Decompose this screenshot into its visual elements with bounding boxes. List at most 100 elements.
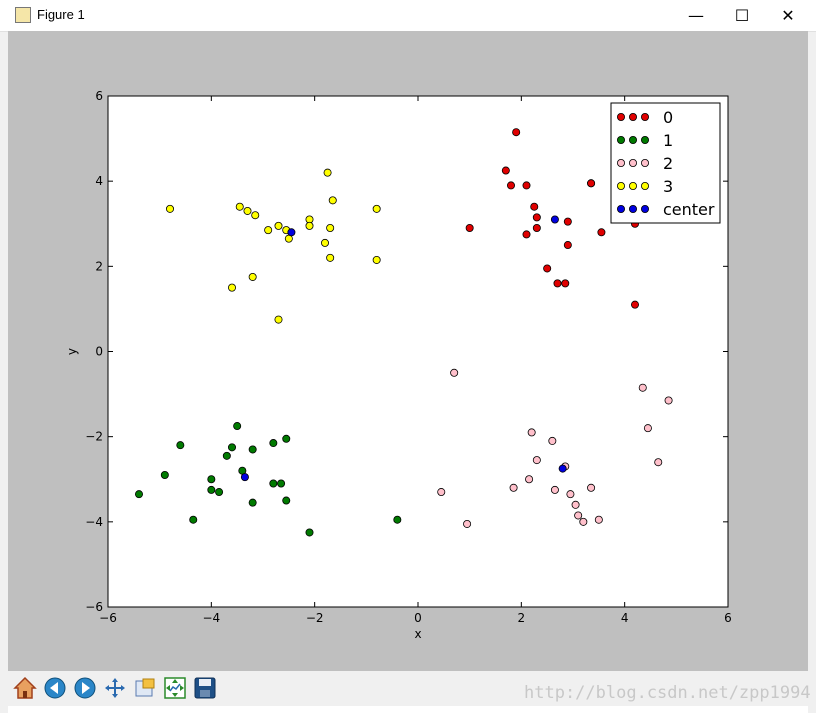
data-point-series-1 — [207, 485, 216, 494]
data-point-series-1 — [233, 422, 242, 431]
x-tick-label: 4 — [621, 611, 629, 625]
matplotlib-app-icon — [15, 7, 31, 23]
data-point-series-1 — [222, 451, 231, 460]
data-point-series-2 — [654, 458, 663, 467]
data-point-series-2 — [574, 511, 583, 520]
figure-window: Figure 1 — ☐ ✕ −6 −4 −2 0 2 4 6 6 4 2 0 −2 −4 −6 x y 0 1 2… — [0, 0, 816, 713]
data-point-series-0 — [501, 166, 510, 175]
y-tick-label: −6 — [85, 600, 103, 614]
maximize-button[interactable]: ☐ — [719, 0, 765, 31]
data-point-series-2 — [579, 517, 588, 526]
data-point-series-0 — [631, 300, 640, 309]
window-title: Figure 1 — [37, 7, 85, 22]
scatter-plot: −6 −4 −2 0 2 4 66420−2−4−6xy0123center — [65, 89, 732, 641]
legend-label-2: 2 — [663, 154, 673, 173]
minimize-button[interactable]: — — [673, 0, 719, 31]
save-button[interactable] — [191, 674, 218, 701]
y-tick-label: 4 — [95, 174, 103, 188]
data-point-series-1 — [305, 528, 314, 537]
data-point-series-3 — [326, 253, 335, 262]
data-point-series-2 — [664, 396, 673, 405]
zoom-icon — [135, 678, 154, 696]
data-point-series-3 — [165, 204, 174, 213]
data-point-series-3 — [264, 226, 273, 235]
legend-marker-0 — [641, 113, 650, 122]
legend-label-3: 3 — [663, 177, 673, 196]
data-point-series-2 — [463, 519, 472, 528]
data-point-series-center — [240, 473, 249, 482]
data-point-series-0 — [532, 224, 541, 233]
data-point-series-center — [287, 228, 296, 237]
data-point-series-3 — [326, 224, 335, 233]
data-point-series-2 — [550, 485, 559, 494]
data-point-series-3 — [251, 211, 260, 220]
subplots-icon — [163, 676, 186, 699]
close-button[interactable]: ✕ — [765, 0, 811, 31]
data-point-series-3 — [320, 238, 329, 247]
figure-canvas[interactable]: −6 −4 −2 0 2 4 6 6 4 2 0 −2 −4 −6 x y 0 1 2 3 center — [8, 31, 808, 671]
zoom-button[interactable] — [131, 674, 158, 701]
data-point-series-2 — [571, 500, 580, 509]
data-point-series-1 — [393, 515, 402, 524]
data-point-series-2 — [532, 456, 541, 465]
data-point-series-0 — [465, 224, 474, 233]
data-point-series-1 — [176, 441, 185, 450]
data-point-series-center — [558, 464, 567, 473]
legend-label-center: center — [663, 200, 715, 219]
legend-marker-1 — [641, 136, 650, 145]
data-point-series-3 — [372, 255, 381, 264]
data-point-series-2 — [594, 515, 603, 524]
data-point-series-3 — [235, 202, 244, 211]
pan-icon — [104, 677, 125, 698]
data-point-series-1 — [227, 443, 236, 452]
x-tick-label: 2 — [518, 611, 526, 625]
data-point-series-0 — [530, 202, 539, 211]
legend-marker-3 — [629, 181, 638, 190]
y-tick-label: −2 — [85, 430, 103, 444]
y-tick-label: −4 — [85, 515, 103, 529]
data-point-series-2 — [450, 368, 459, 377]
data-point-series-1 — [269, 439, 278, 448]
data-point-series-2 — [509, 483, 518, 492]
data-point-series-2 — [437, 488, 446, 497]
data-point-series-1 — [277, 479, 286, 488]
legend-label-1: 1 — [663, 131, 673, 150]
subplots-button[interactable] — [161, 674, 188, 701]
home-button[interactable] — [11, 674, 38, 701]
legend-marker-1 — [629, 136, 638, 145]
data-point-series-2 — [525, 475, 534, 484]
y-tick-label: 2 — [95, 259, 103, 273]
x-axis-label: x — [414, 627, 421, 641]
legend-marker-0 — [617, 113, 626, 122]
legend-marker-2 — [629, 158, 638, 167]
data-point-series-0 — [563, 217, 572, 226]
data-point-series-1 — [248, 445, 257, 454]
y-tick-label: 0 — [95, 345, 103, 359]
data-point-series-3 — [323, 168, 332, 177]
data-point-series-1 — [282, 496, 291, 505]
x-tick-label: 6 — [724, 611, 732, 625]
data-point-series-3 — [305, 221, 314, 230]
pan-button[interactable] — [101, 674, 128, 701]
data-point-series-0 — [563, 241, 572, 250]
data-point-series-0 — [522, 181, 531, 190]
x-tick-label: −2 — [306, 611, 324, 625]
legend-marker-2 — [641, 158, 650, 167]
forward-icon — [74, 677, 95, 698]
data-point-series-center — [550, 215, 559, 224]
data-point-series-1 — [269, 479, 278, 488]
data-point-series-3 — [243, 206, 252, 215]
legend-marker-2 — [617, 158, 626, 167]
data-point-series-0 — [543, 264, 552, 273]
data-point-series-3 — [227, 283, 236, 292]
data-point-series-2 — [566, 490, 575, 499]
forward-button[interactable] — [71, 674, 98, 701]
data-point-series-0 — [522, 230, 531, 239]
watermark-text: http://blog.csdn.net/zpp1994 — [524, 683, 811, 703]
title-bar[interactable]: Figure 1 — ☐ ✕ — [0, 0, 816, 32]
data-point-series-3 — [274, 315, 283, 324]
data-point-series-1 — [207, 475, 216, 484]
back-button[interactable] — [41, 674, 68, 701]
data-point-series-1 — [282, 434, 291, 443]
y-axis-label: y — [65, 348, 79, 355]
